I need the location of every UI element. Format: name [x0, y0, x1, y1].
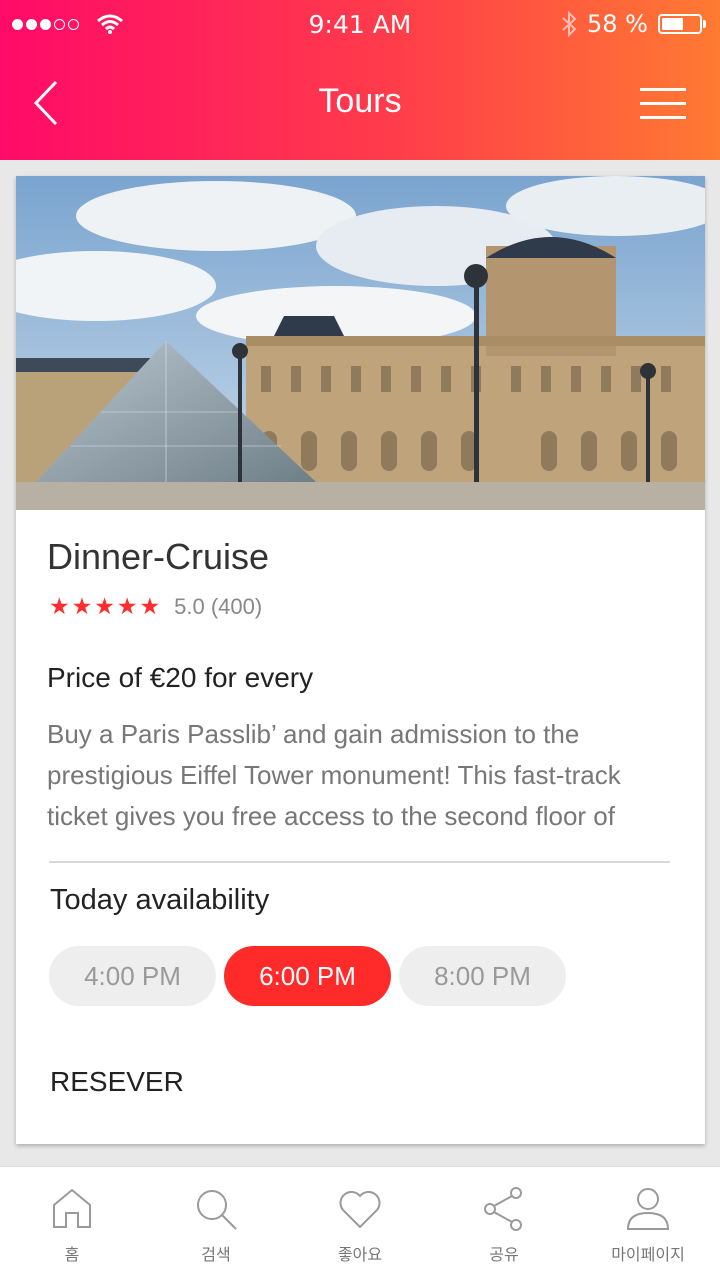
tab-label: 공유 [489, 1245, 519, 1264]
tab-like[interactable]: 좋아요 [288, 1167, 432, 1280]
share-icon [484, 1187, 522, 1231]
rating: ★ ★ ★ ★ ★ 5.0 (400) [49, 594, 262, 620]
star-icon: ★ [139, 594, 161, 620]
nav-bar: Tours [0, 48, 720, 160]
user-icon [626, 1188, 670, 1230]
tab-label: 검색 [201, 1245, 231, 1264]
star-icon: ★ [71, 594, 93, 620]
reserve-button[interactable]: RESEVER [50, 1066, 184, 1098]
status-time: 9:41 AM [308, 9, 412, 39]
status-bar: 9:41 AM 58 % [0, 0, 720, 48]
star-rating: ★ ★ ★ ★ ★ [49, 594, 160, 620]
page-title: Tours [318, 82, 402, 120]
price-text: Price of €20 for every [47, 662, 314, 693]
time-slot-6pm[interactable]: 6:00 PM [224, 946, 391, 1006]
tab-label: 홈 [64, 1245, 80, 1264]
tab-label: 좋아요 [337, 1245, 383, 1264]
tour-image[interactable] [16, 176, 705, 510]
star-icon: ★ [116, 594, 138, 620]
tab-share[interactable]: 공유 [432, 1167, 576, 1280]
time-slots: 4:00 PM 6:00 PM 8:00 PM [49, 946, 566, 1006]
menu-icon [640, 88, 686, 119]
time-slot-8pm[interactable]: 8:00 PM [399, 946, 566, 1006]
tour-card: Dinner-Cruise ★ ★ ★ ★ ★ 5.0 (400) Price of €… [16, 176, 705, 1144]
star-icon: ★ [94, 594, 115, 620]
tab-mypage[interactable]: 마이페이지 [576, 1167, 720, 1280]
tab-search[interactable]: 검색 [144, 1167, 288, 1280]
heart-icon [339, 1191, 381, 1229]
availability-title: Today availability [50, 884, 270, 916]
tab-home[interactable]: 홈 [0, 1167, 144, 1280]
time-slot-4pm[interactable]: 4:00 PM [49, 946, 216, 1006]
home-icon [53, 1188, 91, 1228]
tab-bar: 홈 검색 좋아요 공유 마이페이지 [0, 1166, 720, 1280]
rating-text: 5.0 (400) [174, 594, 263, 619]
app-header: 9:41 AM 58 % Tours [0, 0, 720, 160]
star-icon: ★ [49, 594, 70, 620]
search-icon [197, 1190, 237, 1230]
tour-title: Dinner-Cruise [47, 536, 270, 577]
divider [49, 861, 670, 863]
tab-label: 마이페이지 [611, 1245, 685, 1264]
menu-button[interactable] [640, 88, 686, 120]
tour-description: Buy a Paris Passlib’ and gain admission … [47, 719, 621, 831]
